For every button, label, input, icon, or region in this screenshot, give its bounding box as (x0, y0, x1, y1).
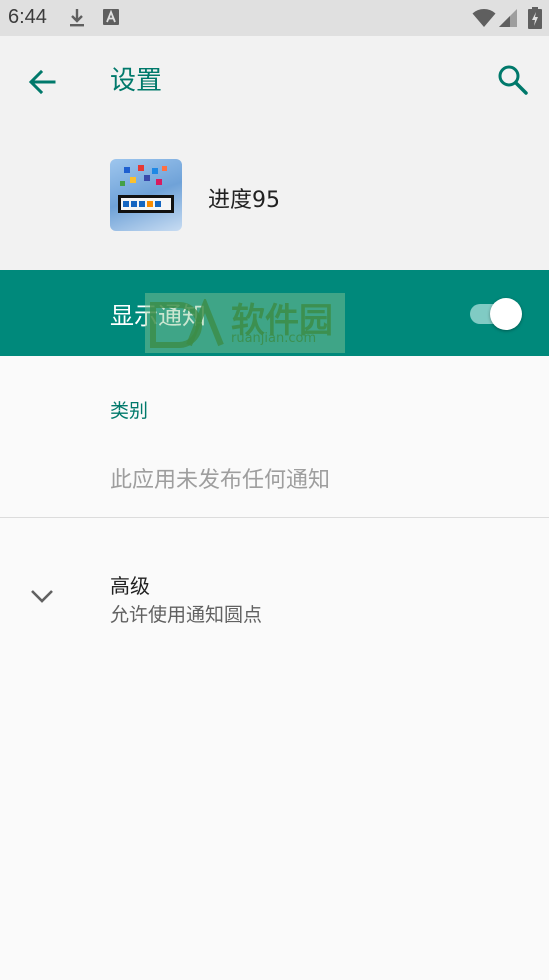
no-notifications-text: 此应用未发布任何通知 (110, 468, 331, 493)
notifications-toggle[interactable] (470, 298, 524, 330)
advanced-row[interactable]: 高级 允许使用通知圆点 (0, 548, 549, 648)
wifi-icon (472, 9, 496, 27)
advanced-summary: 允许使用通知圆点 (110, 604, 263, 626)
toggle-thumb (490, 298, 522, 330)
divider (0, 517, 549, 518)
signal-icon (499, 9, 517, 27)
status-time: 6:44 (8, 6, 47, 28)
app-header: 进度95 (0, 126, 549, 270)
status-bar: 6:44 (0, 0, 549, 36)
app-icon (110, 159, 182, 231)
page-title: 设置 (110, 66, 163, 96)
watermark-logo-icon (150, 299, 224, 348)
categories-header: 类别 (110, 400, 149, 422)
app-name: 进度95 (208, 188, 280, 213)
a-notification-icon (103, 9, 119, 25)
battery-charging-icon (528, 7, 542, 29)
watermark: 软件园 ruanjian.com (145, 293, 345, 353)
advanced-title: 高级 (110, 574, 150, 598)
app-bar: 设置 (0, 36, 549, 126)
back-arrow-icon[interactable] (22, 62, 62, 102)
download-icon (70, 9, 84, 27)
watermark-subtitle: ruanjian.com (231, 331, 317, 346)
chevron-down-icon (31, 590, 53, 603)
search-icon[interactable] (495, 62, 531, 98)
